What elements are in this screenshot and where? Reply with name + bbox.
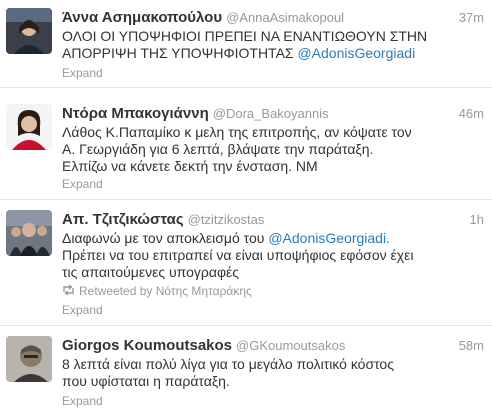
tweet-text-segment: ΑΠΟΡΡΙΨΗ ΤΗΣ ΥΠΟΨΗΦΙΟΤΗΤΑΣ [62, 45, 298, 61]
tweet-text-segment: Διαφωνώ με τον αποκλεισμό του [62, 230, 269, 246]
expand-link[interactable]: Expand [62, 303, 103, 317]
tweet-text-segment: 8 λεπτά είναι πολύ λίγα για το μεγάλο πο… [62, 356, 394, 372]
tweet-item[interactable]: Απ. Τζιτζικώστας @tzitzikostas 1h Διαφωνώ… [0, 202, 492, 326]
tweet-text: 8 λεπτά είναι πολύ λίγα για το μεγάλο πο… [62, 356, 482, 390]
tweet-text-line: ΟΛΟΙ ΟΙ ΥΠΟΨΗΦΙΟΙ ΠΡΕΠΕΙ ΝΑ ΕΝΑΝΤΙΩΘΟΥΝ … [62, 28, 482, 45]
mention-link[interactable]: @AdonisGeorgiadi. [268, 230, 390, 246]
tweet-timestamp[interactable]: 1h [470, 212, 484, 227]
tweet-timestamp[interactable]: 46m [459, 106, 484, 121]
tweet-text-line: 8 λεπτά είναι πολύ λίγα για το μεγάλο πο… [62, 356, 482, 373]
author-display-name[interactable]: Ντόρα Μπακογιάννη [62, 105, 209, 122]
tweet-text-segment: Α. Γεωργιάδη για 6 λεπτά, βλάψατε την πα… [62, 141, 374, 157]
tweet-text: Λάθος Κ.Παπαμίκο κ μελη της επιτροπής, α… [62, 124, 482, 175]
avatar[interactable] [6, 336, 52, 382]
retweet-icon [62, 284, 75, 298]
tweet-text: ΟΛΟΙ ΟΙ ΥΠΟΨΗΦΙΟΙ ΠΡΕΠΕΙ ΝΑ ΕΝΑΝΤΙΩΘΟΥΝ … [62, 28, 482, 62]
tweet-text-segment: που υφίσταται η παράταξη. [62, 373, 230, 389]
tweet-timestamp[interactable]: 58m [459, 338, 484, 353]
tweet-text-segment: τις απαιτούμενες υπογραφές [62, 264, 240, 280]
tweet-item[interactable]: Ντόρα Μπακογιάννη @Dora_Bakoyannis 46m Λά… [0, 96, 492, 200]
tweet-text-segment: Ελπίζω να κάνετε δεκτή την ένσταση. ΝΜ [62, 158, 318, 174]
author-name[interactable]: Giorgos Koumoutsakos @GKoumoutsakos [62, 337, 345, 354]
tweet-item[interactable]: Άννα Ασημακοπούλου @AnnaAsimakopoul 37m Ο… [0, 0, 492, 88]
author-name[interactable]: Ντόρα Μπακογιάννη @Dora_Bakoyannis [62, 105, 329, 122]
avatar[interactable] [6, 104, 52, 150]
author-handle[interactable]: @AnnaAsimakopoul [226, 10, 344, 25]
avatar[interactable] [6, 8, 52, 54]
author-handle[interactable]: @tzitzikostas [188, 212, 265, 227]
expand-link[interactable]: Expand [62, 394, 103, 408]
author-handle[interactable]: @Dora_Bakoyannis [213, 106, 329, 121]
author-display-name[interactable]: Απ. Τζιτζικώστας [62, 211, 184, 228]
tweet-text-line: τις απαιτούμενες υπογραφές [62, 264, 482, 281]
tweet-text-line: ΑΠΟΡΡΙΨΗ ΤΗΣ ΥΠΟΨΗΦΙΟΤΗΤΑΣ @AdonisGeorgi… [62, 45, 482, 62]
tweet-text: Διαφωνώ με τον αποκλεισμό του @AdonisGeo… [62, 230, 482, 281]
expand-link[interactable]: Expand [62, 66, 103, 80]
mention-link[interactable]: @AdonisGeorgiadi [297, 45, 415, 61]
retweeted-by[interactable]: Retweeted by Νότης Μηταράκης [62, 284, 252, 298]
tweet-text-line: Α. Γεωργιάδη για 6 λεπτά, βλάψατε την πα… [62, 141, 482, 158]
tweet-text-line: Πρέπει να του επιτραπεί να είναι υποψήφι… [62, 247, 482, 264]
author-handle[interactable]: @GKoumoutsakos [236, 338, 345, 353]
tweet-text-line: που υφίσταται η παράταξη. [62, 373, 482, 390]
tweet-timestamp[interactable]: 37m [459, 10, 484, 25]
tweet-text-line: Ελπίζω να κάνετε δεκτή την ένσταση. ΝΜ [62, 158, 482, 175]
tweet-text-line: Λάθος Κ.Παπαμίκο κ μελη της επιτροπής, α… [62, 124, 482, 141]
author-name[interactable]: Άννα Ασημακοπούλου @AnnaAsimakopoul [62, 9, 344, 26]
tweet-timeline: Άννα Ασημακοπούλου @AnnaAsimakopoul 37m Ο… [0, 0, 492, 414]
tweet-text-segment: Λάθος Κ.Παπαμίκο κ μελη της επιτροπής, α… [62, 124, 412, 140]
author-display-name[interactable]: Giorgos Koumoutsakos [62, 337, 232, 354]
tweet-text-segment: ΟΛΟΙ ΟΙ ΥΠΟΨΗΦΙΟΙ ΠΡΕΠΕΙ ΝΑ ΕΝΑΝΤΙΩΘΟΥΝ … [62, 28, 428, 44]
tweet-text-segment: Πρέπει να του επιτραπεί να είναι υποψήφι… [62, 247, 414, 263]
author-display-name[interactable]: Άννα Ασημακοπούλου [62, 9, 222, 26]
retweeted-by-label[interactable]: Retweeted by Νότης Μηταράκης [79, 284, 252, 298]
tweet-text-line: Διαφωνώ με τον αποκλεισμό του @AdonisGeo… [62, 230, 482, 247]
author-name[interactable]: Απ. Τζιτζικώστας @tzitzikostas [62, 211, 264, 228]
expand-link[interactable]: Expand [62, 177, 103, 191]
avatar[interactable] [6, 210, 52, 256]
tweet-item[interactable]: Giorgos Koumoutsakos @GKoumoutsakos 58m 8… [0, 328, 492, 414]
